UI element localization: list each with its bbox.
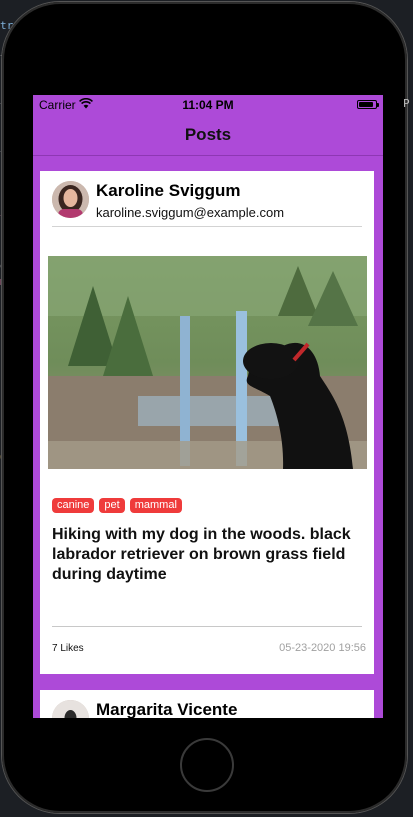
battery-icon: [357, 100, 379, 109]
post-date: 05-23-2020 19:56: [279, 642, 366, 654]
avatar[interactable]: [52, 181, 89, 218]
page-title: Posts: [184, 125, 232, 144]
navigation-bar: Posts: [33, 115, 383, 156]
status-bar: Carrier 11:04 PM: [33, 95, 383, 115]
tag[interactable]: pet: [99, 498, 125, 513]
post-card[interactable]: Karoline Sviggum karoline.sviggum@exampl…: [40, 171, 374, 674]
app-screen: Carrier 11:04 PM Posts Karoline Sviggum …: [33, 95, 383, 718]
avatar[interactable]: [52, 700, 89, 718]
status-time: 11:04 PM: [182, 98, 234, 112]
post-text: Hiking with my dog in the woods. black l…: [52, 526, 351, 583]
post-card[interactable]: Margarita Vicente: [40, 690, 374, 718]
code-editor-right: P: [403, 97, 410, 110]
divider: [52, 626, 362, 627]
divider: [52, 226, 362, 227]
post-image[interactable]: [48, 256, 367, 469]
user-email: karoline.sviggum@example.com: [96, 205, 285, 220]
likes-count[interactable]: 7 Likes: [52, 643, 84, 654]
tag[interactable]: mammal: [129, 498, 182, 513]
tag[interactable]: canine: [52, 498, 95, 513]
user-name: Karoline Sviggum: [96, 181, 241, 200]
user-name: Margarita Vicente: [96, 700, 238, 718]
tag-list: canine pet mammal: [52, 498, 182, 513]
home-button[interactable]: [180, 738, 234, 792]
